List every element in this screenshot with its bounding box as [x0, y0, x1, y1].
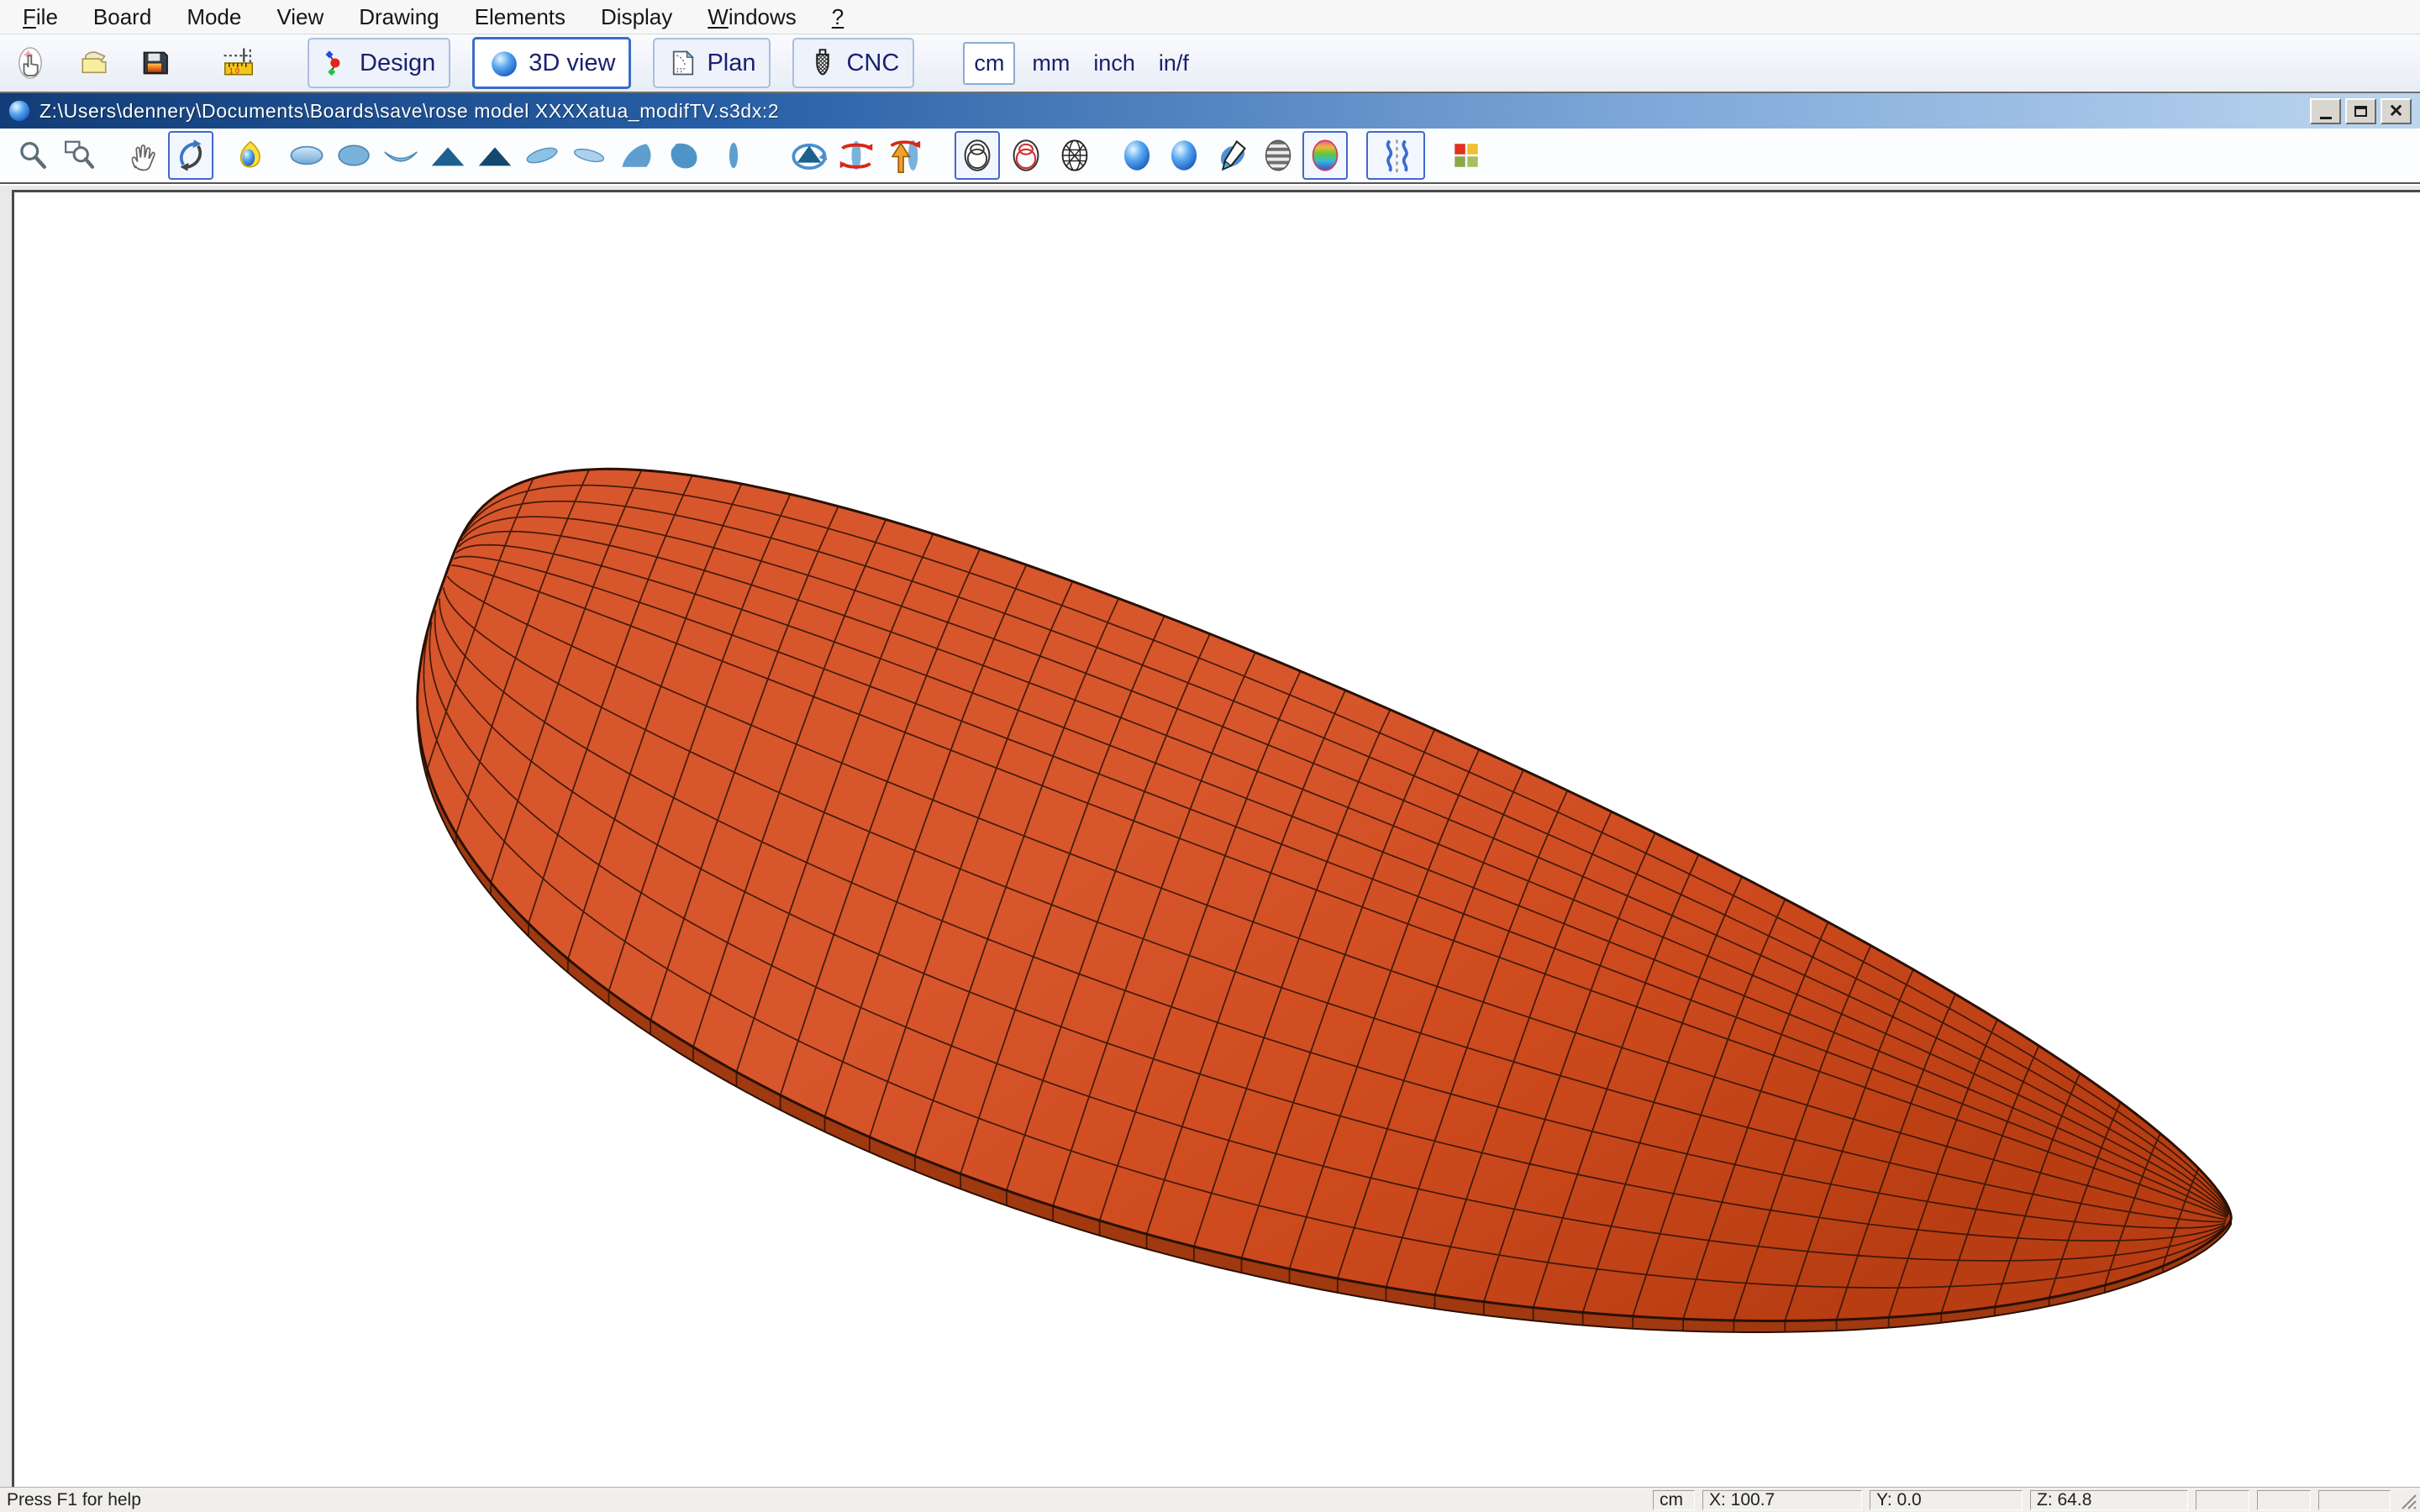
units-group: cmmminch in/f [963, 42, 1213, 85]
menu-drawing[interactable]: Drawing [359, 4, 439, 30]
zoom-window-button[interactable] [57, 131, 103, 180]
color-tiles-button[interactable] [1444, 131, 1489, 180]
rotate-axis-red-button[interactable] [834, 131, 879, 180]
design-icon [323, 46, 351, 80]
shaded-sphere-button[interactable] [1114, 131, 1160, 180]
application-window: File Board Mode View Drawing Elements Display W… [0, 0, 2420, 1512]
pan-button[interactable] [121, 131, 166, 180]
flow-lines-button[interactable] [1366, 131, 1425, 180]
light-button[interactable] [227, 131, 272, 180]
side-lens-view-button[interactable] [711, 131, 756, 180]
open-folder-button[interactable] [74, 41, 114, 85]
menu-view[interactable]: View [276, 4, 324, 30]
hand-tool-button[interactable] [10, 41, 50, 85]
shaded-sphere-2-button[interactable] [1161, 131, 1207, 180]
file-tool-group: 1 0 [0, 41, 259, 85]
zoom-button[interactable] [10, 131, 55, 180]
status-readouts: cm X: 100.7 Y: 0.0 Z: 64.8 [1645, 1490, 2420, 1510]
contour-lines-white-button[interactable] [955, 131, 1000, 180]
plan-mode-button[interactable]: Plan [653, 38, 771, 88]
status-spare-3 [2318, 1490, 2391, 1510]
menu-bar: File Board Mode View Drawing Elements Display W… [0, 0, 2420, 34]
view-toolbar [0, 129, 2420, 184]
status-y: Y: 0.0 [1870, 1490, 2023, 1510]
document-title: Z:\Users\dennery\Documents\Boards\save\r… [39, 100, 779, 123]
resize-grip[interactable] [2397, 1490, 2417, 1510]
thickness-view-button[interactable] [378, 131, 424, 180]
status-spare-1 [2196, 1490, 2249, 1510]
tilted-view-button[interactable] [519, 131, 565, 180]
svg-text:1 0: 1 0 [229, 67, 239, 76]
status-unit: cm [1653, 1490, 1695, 1510]
contour-lines-red-button[interactable] [1003, 131, 1049, 180]
design-mode-button[interactable]: Design [308, 38, 450, 88]
3d-view-mode-button[interactable]: 3D view [472, 37, 631, 89]
minimize-button[interactable] [2310, 98, 2341, 124]
rotate-arrow-up-button[interactable] [881, 131, 926, 180]
window-controls: ✕ [2306, 98, 2412, 124]
maximize-button[interactable] [2345, 98, 2376, 124]
rounded-panel-view-button[interactable] [613, 131, 659, 180]
dimensions-ruler-button[interactable]: 1 0 [218, 41, 259, 85]
status-bar: Press F1 for help cm X: 100.7 Y: 0.0 Z: 64.… [0, 1487, 2420, 1512]
save-button[interactable] [134, 41, 175, 85]
main-toolbar: 1 0 Design 3D view Plan CNC cmmminch in/f [0, 34, 2420, 93]
menu-windows[interactable]: Windows [708, 4, 797, 30]
document-icon [7, 98, 32, 123]
rainbow-sphere-button[interactable] [1302, 131, 1348, 180]
wireframe-sphere-button[interactable] [1052, 131, 1097, 180]
menu-file[interactable]: File [23, 4, 58, 30]
unit-mm[interactable]: mm [1032, 50, 1070, 76]
mode-button-group: Design 3D view Plan CNC [259, 37, 914, 89]
status-x: X: 100.7 [1702, 1490, 1862, 1510]
status-help-text: Press F1 for help [7, 1490, 141, 1510]
paint-texture-button[interactable] [1208, 131, 1254, 180]
striped-sphere-button[interactable] [1255, 131, 1301, 180]
document-title-bar: Z:\Users\dennery\Documents\Boards\save\r… [0, 93, 2420, 129]
unit-inch[interactable]: inch [1093, 50, 1135, 76]
cnc-icon [808, 45, 838, 81]
menu-board[interactable]: Board [93, 4, 151, 30]
work-area [0, 186, 2420, 1487]
status-spare-2 [2257, 1490, 2311, 1510]
menu-display[interactable]: Display [601, 4, 672, 30]
front-view-button[interactable] [425, 131, 471, 180]
tilted-view-2-button[interactable] [566, 131, 612, 180]
shaded-top-view-button[interactable] [331, 131, 376, 180]
unit-in-f[interactable]: in/f [1159, 50, 1189, 76]
menu-help[interactable]: ? [832, 4, 844, 30]
front-view-dark-button[interactable] [472, 131, 518, 180]
cnc-mode-button[interactable]: CNC [792, 38, 914, 88]
menu-mode[interactable]: Mode [187, 4, 241, 30]
plan-icon [668, 45, 698, 81]
blob-panel-view-button[interactable] [660, 131, 706, 180]
close-button[interactable]: ✕ [2381, 98, 2412, 124]
3d-canvas[interactable] [12, 190, 2420, 1487]
3d-view-icon [488, 45, 520, 81]
unit-cm[interactable]: cm [963, 42, 1015, 85]
rotate-3d-button[interactable] [168, 131, 213, 180]
status-z: Z: 64.8 [2030, 1490, 2188, 1510]
menu-elements[interactable]: Elements [475, 4, 566, 30]
surfboard-3d-model [14, 192, 2420, 1487]
rotate-object-button[interactable] [786, 131, 832, 180]
outline-top-view-button[interactable] [284, 131, 329, 180]
